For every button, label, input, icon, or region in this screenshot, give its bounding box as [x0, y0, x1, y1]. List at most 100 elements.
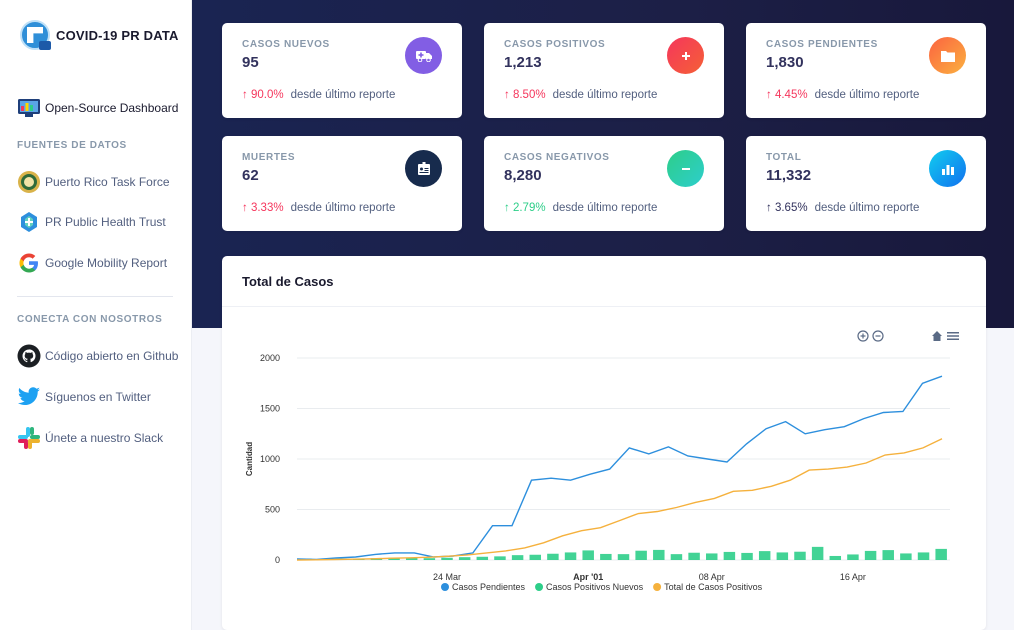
- ambulance-icon: [405, 37, 442, 74]
- home-reset-icon[interactable]: [932, 331, 942, 341]
- menu-icon[interactable]: [947, 332, 959, 340]
- legend-marker: [653, 583, 662, 591]
- bar: [758, 551, 771, 560]
- stat-label: CASOS NEGATIVOS: [504, 152, 610, 163]
- bar: [794, 551, 806, 560]
- legend-marker: [441, 583, 449, 591]
- x-tick-label: 08 Apr: [699, 572, 725, 582]
- sidebar-item-twitter[interactable]: Síguenos en Twitter: [17, 385, 151, 409]
- id-badge-icon: [405, 150, 442, 187]
- stat-value: 1,830: [766, 54, 804, 71]
- stat-change-value: 2.79%: [512, 202, 546, 214]
- pr-seal-icon: [17, 170, 41, 194]
- bar: [582, 550, 594, 560]
- minus-icon: [667, 150, 704, 187]
- stat-value: 95: [242, 54, 259, 71]
- section-title-connect: CONECTA CON NOSOTROS: [17, 314, 163, 325]
- section-title-sources: FUENTES DE DATOS: [17, 140, 127, 151]
- bar: [423, 558, 436, 560]
- stat-value: 8,280: [504, 167, 542, 184]
- bar: [635, 550, 647, 560]
- stat-note: desde último reporte: [290, 202, 396, 214]
- sidebar-item-label: Puerto Rico Task Force: [45, 175, 170, 189]
- arrow-up-icon: ↑: [242, 202, 248, 214]
- arrow-up-icon: ↑: [242, 89, 248, 101]
- stat-card-deaths: MUERTES 62 ↑ 3.33% desde último reporte: [222, 136, 462, 231]
- stat-change: ↑ 3.33%: [242, 202, 284, 214]
- stat-change-value: 8.50%: [512, 89, 546, 101]
- bar: [617, 554, 630, 560]
- stat-label: CASOS NUEVOS: [242, 39, 330, 50]
- legend-label: Casos Positivos Nuevos: [546, 582, 644, 592]
- sidebar-item-github[interactable]: Código abierto en Github: [17, 344, 178, 368]
- stat-card-new-cases: CASOS NUEVOS 95 ↑ 90.0% desde último rep…: [222, 23, 462, 118]
- bar: [917, 552, 930, 560]
- legend-label: Total de Casos Positivos: [664, 582, 763, 592]
- bar: [564, 552, 577, 560]
- y-tick-label: 1000: [260, 454, 280, 464]
- arrow-up-icon: ↑: [504, 89, 510, 101]
- stat-label: MUERTES: [242, 152, 296, 163]
- bar: [864, 550, 877, 560]
- stat-value: 62: [242, 167, 259, 184]
- sidebar-item-health-trust[interactable]: PR Public Health Trust: [17, 210, 166, 234]
- stat-label: CASOS PENDIENTES: [766, 39, 878, 50]
- slack-icon: [17, 426, 41, 450]
- sidebar-item-label: Síguenos en Twitter: [45, 390, 151, 404]
- chart-canvas: 0 500 1000 1500 2000 Cantidad 24 Mar Apr '01 08 …: [245, 330, 959, 592]
- stat-note: desde último reporte: [814, 89, 920, 101]
- plus-icon: [667, 37, 704, 74]
- bar: [741, 552, 753, 560]
- series-line: [296, 438, 943, 561]
- stat-change-value: 90.0%: [250, 89, 284, 101]
- arrow-up-icon: ↑: [504, 202, 510, 214]
- stat-change: ↑ 90.0%: [242, 89, 284, 101]
- brand-title: COVID-19 PR DATA: [56, 27, 179, 43]
- bar-chart-icon: [929, 150, 966, 187]
- stat-card-pending-cases: CASOS PENDIENTES 1,830 ↑ 4.45% desde últ…: [746, 23, 986, 118]
- stat-card-negative-cases: CASOS NEGATIVOS 8,280 ↑ 2.79% desde últi…: [484, 136, 724, 231]
- sidebar-item-task-force[interactable]: Puerto Rico Task Force: [17, 170, 170, 194]
- github-icon: [17, 344, 41, 368]
- sidebar-item-dashboard[interactable]: Open-Source Dashboard: [17, 96, 178, 120]
- bar: [511, 555, 524, 560]
- sidebar-item-label: Código abierto en Github: [45, 349, 179, 363]
- chart-card: Total de Casos 0 500 1000 1500 2000 Cantidad 2…: [222, 256, 986, 630]
- stat-card-positive-cases: CASOS POSITIVOS 1,213 ↑ 8.50% desde últi…: [484, 23, 724, 118]
- stat-change: ↑ 8.50%: [504, 89, 546, 101]
- dashboard-monitor-icon: [17, 96, 41, 120]
- sidebar-item-slack[interactable]: Únete a nuestro Slack: [17, 426, 163, 450]
- folder-icon: [929, 37, 966, 74]
- bar: [476, 556, 489, 560]
- y-tick-label: 500: [265, 505, 280, 515]
- stat-note: desde último reporte: [552, 202, 658, 214]
- brand[interactable]: COVID-19 PR DATA: [20, 20, 179, 50]
- stat-note: desde último reporte: [290, 89, 396, 101]
- legend-marker: [535, 583, 544, 591]
- zoom-out-icon[interactable]: [872, 330, 884, 342]
- stat-change-value: 3.33%: [250, 202, 284, 214]
- arrow-up-icon: ↑: [766, 89, 772, 101]
- bar: [706, 553, 718, 560]
- bar: [458, 557, 471, 560]
- y-axis-label: Cantidad: [245, 442, 254, 476]
- brand-logo-icon: [20, 20, 51, 50]
- bar: [600, 553, 612, 560]
- stat-value: 11,332: [766, 167, 812, 184]
- bar: [935, 548, 947, 560]
- sidebar-item-label: PR Public Health Trust: [45, 215, 166, 229]
- stat-footer: ↑ 8.50% desde último reporte: [504, 89, 657, 101]
- stat-note: desde último reporte: [552, 89, 658, 101]
- bar: [653, 549, 665, 560]
- stat-value: 1,213: [504, 54, 542, 71]
- x-tick-label: 24 Mar: [433, 572, 461, 582]
- sidebar-item-google-mobility[interactable]: Google Mobility Report: [17, 251, 167, 275]
- bar: [670, 554, 683, 560]
- sidebar-divider: [17, 296, 173, 297]
- google-icon: [17, 251, 41, 275]
- sidebar-item-label: Únete a nuestro Slack: [45, 431, 164, 445]
- stat-label: TOTAL: [766, 152, 802, 163]
- bar: [529, 554, 541, 560]
- zoom-in-icon[interactable]: [857, 330, 869, 342]
- stat-change: ↑ 4.45%: [766, 89, 808, 101]
